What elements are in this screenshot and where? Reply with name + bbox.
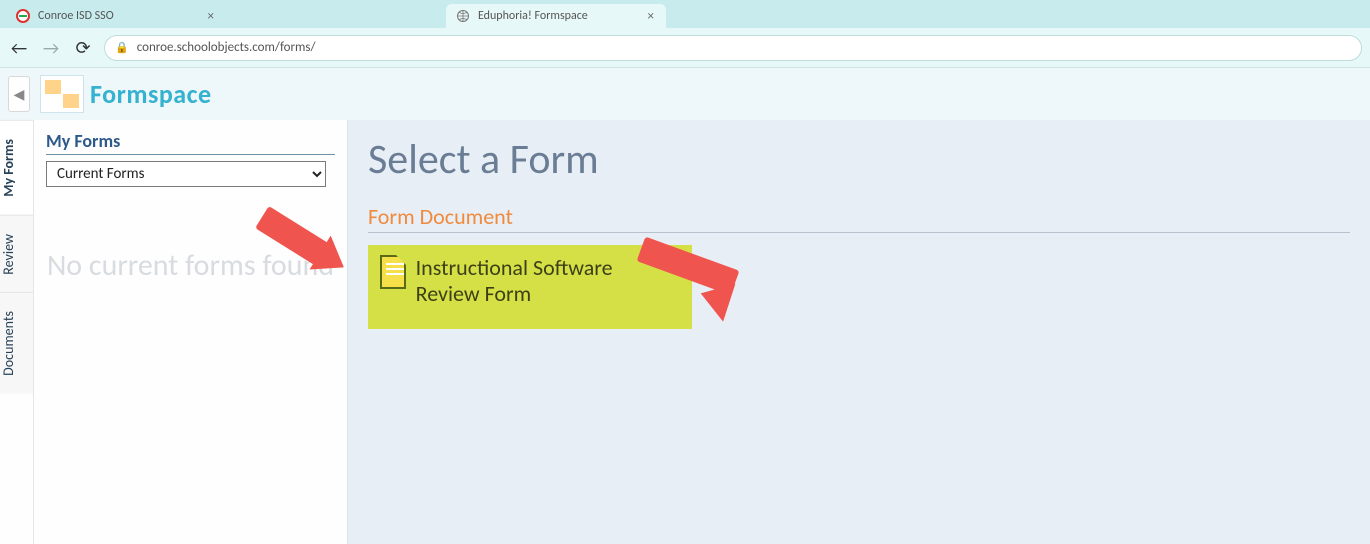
favicon-icon <box>16 9 30 23</box>
close-icon[interactable]: × <box>646 9 656 24</box>
page-title: Select a Form <box>368 134 1350 185</box>
lock-icon: 🔒 <box>115 41 129 54</box>
browser-tab[interactable]: Conroe ISD SSO × <box>6 4 226 28</box>
sidebar-tab-label: Review <box>0 234 17 275</box>
globe-icon <box>456 9 470 23</box>
formspace-logo-icon <box>40 75 84 113</box>
forms-filter-select[interactable]: Current Forms <box>46 161 326 187</box>
sidebar-tab-review[interactable]: Review <box>0 215 33 293</box>
empty-state-text: No current forms found <box>46 247 335 285</box>
tab-title: Eduphoria! Formspace <box>478 9 588 23</box>
document-icon <box>380 255 406 289</box>
browser-tab[interactable]: Eduphoria! Formspace × <box>446 4 666 28</box>
work-area: My Forms Review Documents My Forms Curre… <box>0 120 1370 544</box>
tab-title: Conroe ISD SSO <box>38 9 114 23</box>
forward-button[interactable]: → <box>40 37 62 59</box>
address-bar[interactable]: 🔒 conroe.schoolobjects.com/forms/ <box>104 35 1362 61</box>
sidebar-tab-label: My Forms <box>0 139 17 197</box>
collapse-sidebar-button[interactable]: ◀ <box>8 76 30 112</box>
sidebar-tab-documents[interactable]: Documents <box>0 292 33 394</box>
browser-tab[interactable] <box>226 4 446 28</box>
main-panel: Select a Form Form Document Instructiona… <box>348 120 1370 544</box>
left-panel: My Forms Current Forms No current forms … <box>34 120 348 544</box>
side-tabs: My Forms Review Documents <box>0 120 34 544</box>
browser-toolbar: ← → ⟳ 🔒 conroe.schoolobjects.com/forms/ <box>0 28 1370 68</box>
app-logo[interactable]: Formspace <box>40 75 212 113</box>
sidebar-tab-my-forms[interactable]: My Forms <box>0 120 33 215</box>
browser-tab-strip: Conroe ISD SSO × Eduphoria! Formspace × <box>0 0 1370 28</box>
left-panel-heading: My Forms <box>46 130 335 155</box>
form-card-label: Instructional Software Review Form <box>416 255 680 308</box>
close-icon[interactable]: × <box>206 9 216 24</box>
reload-button[interactable]: ⟳ <box>72 37 94 59</box>
form-card[interactable]: Instructional Software Review Form <box>368 245 692 329</box>
sidebar-tab-label: Documents <box>0 311 17 376</box>
app-title: Formspace <box>90 78 212 110</box>
url-text: conroe.schoolobjects.com/forms/ <box>137 40 1351 55</box>
section-heading: Form Document <box>368 203 1350 233</box>
back-button[interactable]: ← <box>8 37 30 59</box>
app-header: ◀ Formspace <box>0 68 1370 120</box>
